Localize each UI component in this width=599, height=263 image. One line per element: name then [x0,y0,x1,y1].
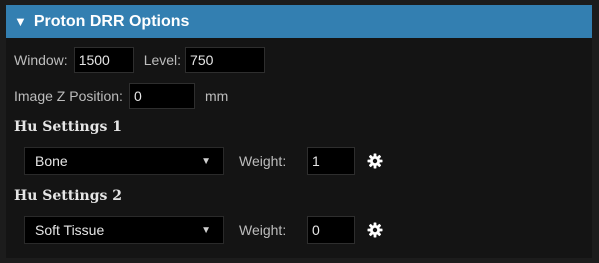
image-z-unit: mm [204,88,229,104]
hu-settings-1-title: Hu Settings 1 [14,119,123,135]
hu-settings-2-title: Hu Settings 2 [14,188,123,204]
hu-1-material-value: Bone [35,153,68,169]
hu-2-weight-input[interactable]: 0 [307,216,355,244]
chevron-down-icon: ▼ [201,155,211,167]
hu-2-material-value: Soft Tissue [35,222,105,238]
image-z-label: Image Z Position: [14,88,123,104]
window-input[interactable]: 1500 [73,47,134,73]
level-input[interactable]: 750 [185,47,266,73]
image-z-input[interactable]: 0 [128,83,195,109]
proton-drr-options-panel: ▼ Proton DRR Options Window: 1500 Level:… [6,5,592,258]
chevron-down-icon: ▼ [201,224,211,236]
hu-1-weight-input[interactable]: 1 [307,147,355,175]
gear-icon[interactable] [367,222,383,238]
hu-1-material-select[interactable]: Bone ▼ [24,147,224,175]
panel-body: Window: 1500 Level: 750 Image Z Position… [6,38,592,258]
window-level-row: Window: 1500 Level: 750 [14,47,266,73]
hu-2-weight-label: Weight: [239,222,287,238]
window-label: Window: [14,52,68,68]
image-z-row: Image Z Position: 0 mm [14,83,228,109]
gear-icon[interactable] [367,153,383,169]
level-label: Level: [143,52,182,68]
panel-title: Proton DRR Options [33,12,190,30]
collapse-triangle-icon[interactable]: ▼ [14,14,27,29]
panel-header[interactable]: ▼ Proton DRR Options [6,5,592,38]
hu-2-material-select[interactable]: Soft Tissue ▼ [24,216,224,244]
hu-1-weight-label: Weight: [239,153,287,169]
